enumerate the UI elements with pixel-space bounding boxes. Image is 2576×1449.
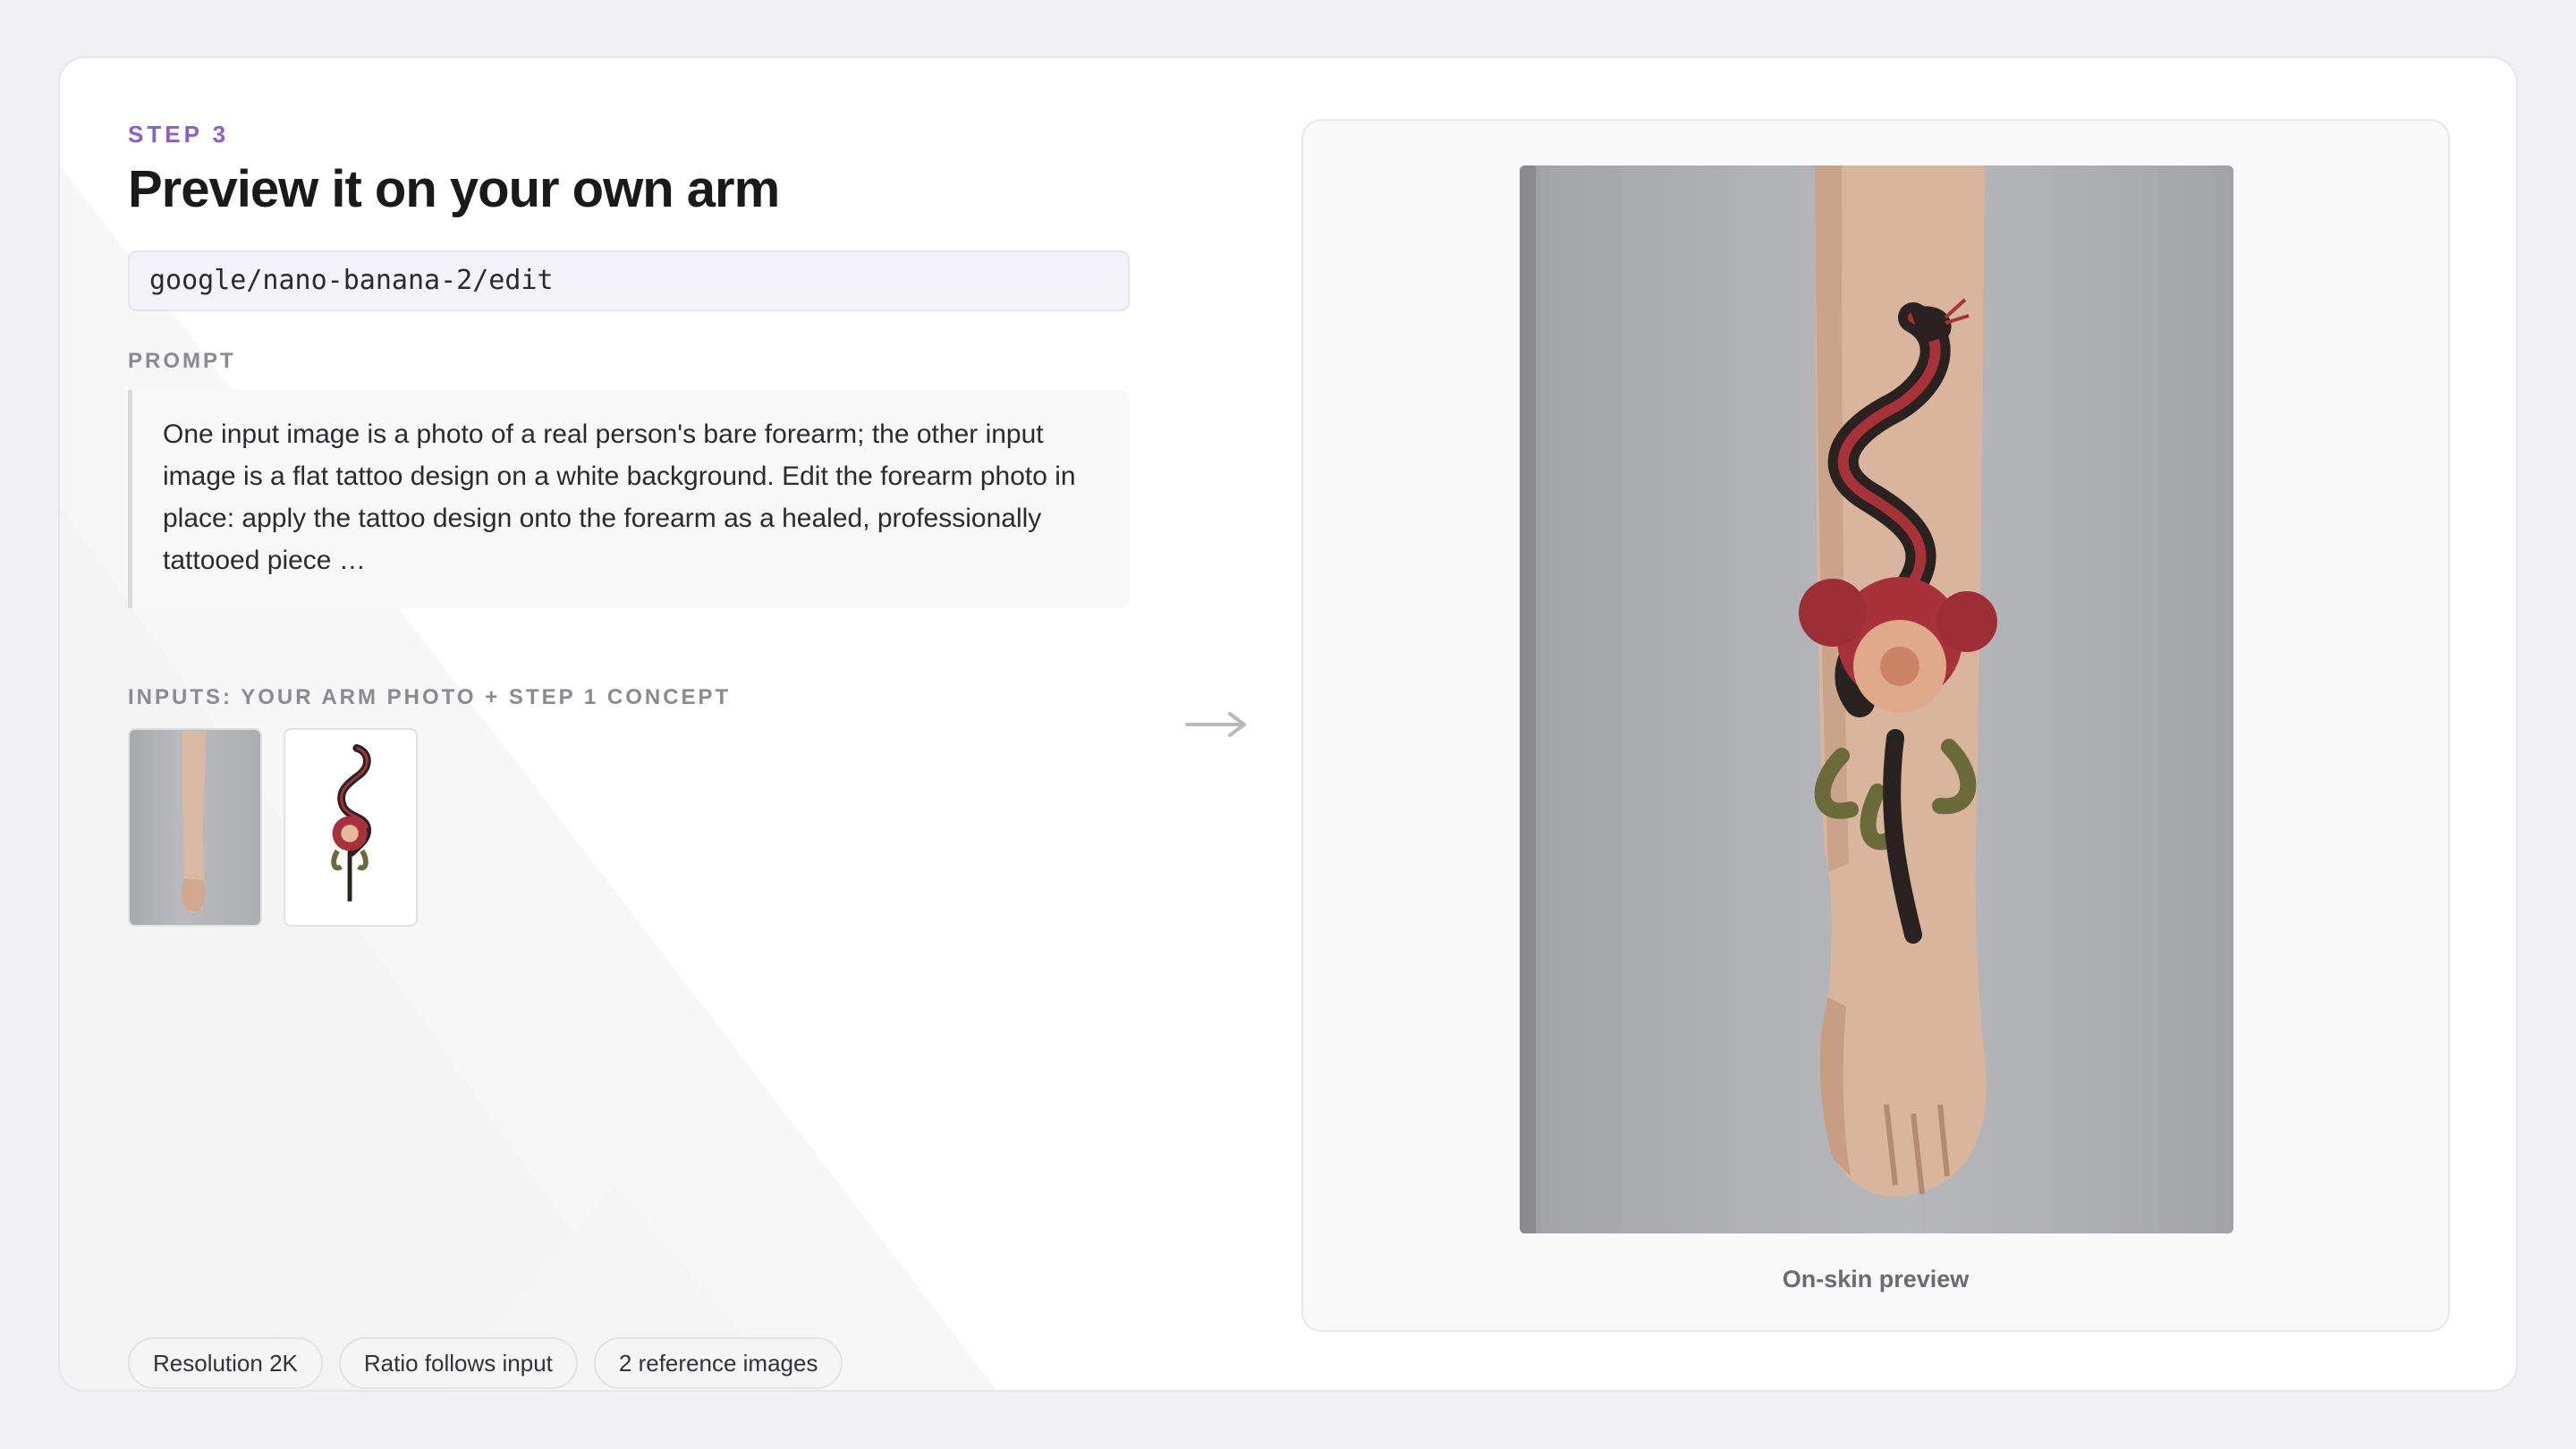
prompt-text: One input image is a photo of a real per… — [128, 389, 1130, 608]
inputs-label: INPUTS: YOUR ARM PHOTO + STEP 1 CONCEPT — [128, 684, 732, 709]
settings-chips: Resolution 2K Ratio follows input 2 refe… — [128, 1337, 843, 1389]
chip-ratio: Ratio follows input — [338, 1337, 578, 1389]
chip-references: 2 reference images — [593, 1337, 843, 1389]
preview-panel: On-skin preview — [1301, 119, 2450, 1332]
arm-photo-thumbnail[interactable] — [128, 727, 262, 927]
prompt-label: PROMPT — [128, 348, 236, 373]
tattooed-forearm-illustration — [1520, 165, 1997, 1233]
preview-caption: On-skin preview — [1782, 1266, 1970, 1292]
page-title: Preview it on your own arm — [128, 160, 780, 218]
model-id-field[interactable]: google/nano-banana-2/edit — [128, 250, 1130, 311]
arrow-right-icon — [1185, 712, 1246, 737]
step-label: STEP 3 — [128, 121, 230, 148]
step-card: STEP 3 Preview it on your own arm google… — [58, 56, 2518, 1392]
tattoo-concept-thumbnail[interactable] — [284, 727, 418, 927]
input-thumbnails — [128, 727, 1189, 927]
snake-peony-tattoo-icon — [331, 743, 371, 902]
info-column: STEP 3 Preview it on your own arm google… — [128, 121, 1189, 1389]
chip-resolution: Resolution 2K — [128, 1337, 323, 1389]
arm-illustration — [182, 730, 207, 914]
on-skin-preview-image[interactable] — [1520, 165, 2233, 1233]
